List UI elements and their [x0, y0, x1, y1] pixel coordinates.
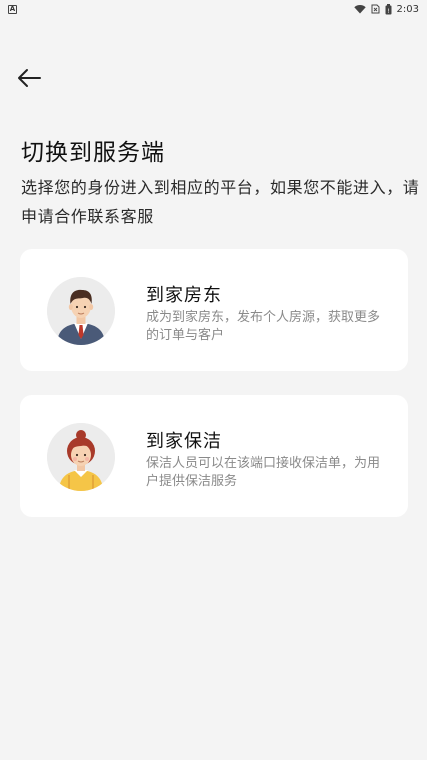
landlord-option-card[interactable]: 到家房东 成为到家房东，发布个人房源，获取更多的订单与客户: [20, 249, 408, 371]
landlord-option-description: 成为到家房东，发布个人房源，获取更多的订单与客户: [146, 310, 381, 343]
arrow-left-icon: [18, 69, 41, 87]
a-notification-icon: A: [8, 4, 17, 14]
landlord-option-title: 到家房东: [146, 285, 222, 306]
no-sim-icon: [371, 4, 380, 14]
back-button[interactable]: [14, 64, 44, 92]
svg-text:!: !: [387, 7, 389, 14]
battery-icon: !: [385, 3, 392, 15]
female-cleaner-avatar: [47, 423, 115, 491]
status-bar: A ! 2:03: [0, 0, 427, 18]
page-title: 切换到服务端: [21, 140, 165, 166]
page-description: 选择您的身份进入到相应的平台，如果您不能进入，请申请合作联系客服: [21, 178, 420, 226]
status-left: A: [8, 4, 17, 14]
status-time: 2:03: [396, 3, 419, 15]
male-businessman-avatar: [47, 277, 115, 345]
cleaning-option-title: 到家保洁: [146, 431, 222, 452]
wifi-icon: [353, 4, 366, 14]
cleaning-option-card[interactable]: 到家保洁 保洁人员可以在该端口接收保洁单，为用户提供保洁服务: [20, 395, 408, 517]
status-right: ! 2:03: [353, 3, 419, 15]
cleaning-option-description: 保洁人员可以在该端口接收保洁单，为用户提供保洁服务: [146, 456, 381, 489]
